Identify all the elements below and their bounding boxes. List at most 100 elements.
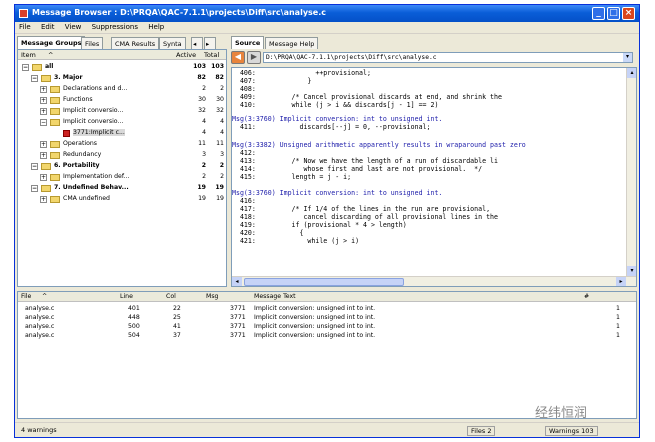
message-annotation[interactable]: Msg(3:3382) Unsigned arithmetic apparent… <box>232 141 526 149</box>
tab-scroll-left-icon[interactable]: ◂ <box>191 37 203 49</box>
message-group-tree[interactable]: Item ^ Active Total − all 103 103 − 3. M… <box>17 49 227 287</box>
collapse-icon[interactable]: − <box>31 163 38 170</box>
col-header-count[interactable]: # <box>584 293 589 300</box>
tree-row[interactable]: − all 103 103 <box>18 62 226 73</box>
list-item[interactable]: analyse.c 504 37 3771 Implicit conversio… <box>18 331 636 340</box>
vertical-scrollbar[interactable]: ▴ ▾ <box>626 68 636 276</box>
tree-row[interactable]: − 7. Undefined Behav... 19 19 <box>18 183 226 194</box>
expand-icon[interactable]: + <box>40 196 47 203</box>
tree-row-label: CMA undefined <box>63 195 110 202</box>
tree-header-total[interactable]: Total <box>204 51 219 59</box>
collapse-icon[interactable]: − <box>31 185 38 192</box>
tree-row[interactable]: + Functions 30 30 <box>18 95 226 106</box>
menu-file[interactable]: File <box>15 22 35 32</box>
col-header-message-text[interactable]: Message Text <box>254 293 296 300</box>
tab-message-help[interactable]: Message Help <box>265 37 319 49</box>
forward-arrow-icon[interactable]: ▶ <box>247 51 261 64</box>
tree-row-active: 2 <box>201 162 206 169</box>
maximize-button[interactable]: □ <box>607 7 620 20</box>
tree-row[interactable]: − 3. Major 82 82 <box>18 73 226 84</box>
expand-icon[interactable]: + <box>40 174 47 181</box>
tree-row-total: 4 <box>220 129 224 136</box>
tab-files[interactable]: Files <box>81 37 104 49</box>
menu-help[interactable]: Help <box>144 22 168 32</box>
list-item-count: 1 <box>616 305 620 312</box>
tree-row-label: Functions <box>63 96 93 103</box>
menu-view[interactable]: View <box>61 22 86 32</box>
collapse-icon[interactable]: − <box>22 64 29 71</box>
expand-icon[interactable]: + <box>40 108 47 115</box>
source-path-field[interactable]: D:\PRQA\QAC-7.1.1\projects\Diff\src\anal… <box>263 52 633 63</box>
message-annotation[interactable]: Msg(3:3760) Implicit conversion: int to … <box>232 189 442 197</box>
message-list[interactable]: File ^ Line Col Msg Message Text # analy… <box>17 291 637 419</box>
tree-header-item[interactable]: Item <box>21 51 36 59</box>
collapse-icon[interactable]: − <box>31 75 38 82</box>
scroll-left-icon[interactable]: ◂ <box>232 277 242 286</box>
tree-row-active: 19 <box>197 184 206 191</box>
tree-row[interactable]: − Implicit conversio... 4 4 <box>18 117 226 128</box>
expand-icon[interactable]: + <box>40 86 47 93</box>
sort-ascending-icon: ^ <box>48 51 54 59</box>
tree-row-label: Implicit conversio... <box>63 107 124 114</box>
menu-suppressions[interactable]: Suppressions <box>88 22 142 32</box>
source-toolbar: ◀ ▶ D:\PRQA\QAC-7.1.1\projects\Diff\src\… <box>231 50 635 66</box>
expand-icon[interactable]: + <box>40 152 47 159</box>
tree-row[interactable]: + Implementation def... 2 2 <box>18 172 226 183</box>
close-button[interactable]: × <box>622 7 635 20</box>
folder-icon <box>50 108 60 115</box>
scroll-down-icon[interactable]: ▾ <box>627 266 636 276</box>
tree-row-label: Implementation def... <box>63 173 130 180</box>
code-line: 407: } <box>232 77 312 85</box>
menu-edit[interactable]: Edit <box>37 22 59 32</box>
tree-row[interactable]: + CMA undefined 19 19 <box>18 194 226 205</box>
collapse-icon[interactable]: − <box>40 119 47 126</box>
expand-icon[interactable]: + <box>40 141 47 148</box>
scroll-up-icon[interactable]: ▴ <box>627 68 636 78</box>
tree-row-total: 19 <box>215 184 224 191</box>
tree-row-label: 7. Undefined Behav... <box>54 184 129 191</box>
tree-row-selected[interactable]: 3771:Implicit c... 4 4 <box>18 128 226 139</box>
list-item[interactable]: analyse.c 500 41 3771 Implicit conversio… <box>18 322 636 331</box>
list-item-col: 37 <box>173 332 181 339</box>
back-arrow-icon[interactable]: ◀ <box>231 51 245 64</box>
source-view[interactable]: 406: ++provisional; 407: } 408: 409: /* … <box>231 67 637 287</box>
tree-row[interactable]: + Operations 11 11 <box>18 139 226 150</box>
tree-row-active: 30 <box>198 96 206 103</box>
message-list-header: File ^ Line Col Msg Message Text # <box>18 292 636 302</box>
tab-message-groups[interactable]: Message Groups <box>17 36 86 49</box>
tree-row-total: 2 <box>219 162 224 169</box>
code-line: 421: while (j > i) <box>232 237 360 245</box>
col-header-col[interactable]: Col <box>166 293 176 300</box>
tab-scroll-right-icon[interactable]: ▸ <box>204 37 216 49</box>
tree-row[interactable]: + Implicit conversio... 32 32 <box>18 106 226 117</box>
chevron-down-icon[interactable]: ▾ <box>623 53 632 62</box>
tab-cma-results[interactable]: CMA Results <box>111 37 160 49</box>
list-item-line: 504 <box>128 332 140 339</box>
code-line: 413: /* Now we have the length of a run … <box>232 157 498 165</box>
tree-row-active: 4 <box>202 118 206 125</box>
tree-header-active[interactable]: Active <box>176 51 196 59</box>
horizontal-scrollbar[interactable]: ◂ ▸ <box>232 276 636 286</box>
scroll-thumb[interactable] <box>244 278 404 286</box>
status-warnings: Warnings 103 <box>545 426 598 436</box>
expand-icon[interactable]: + <box>40 97 47 104</box>
col-header-line[interactable]: Line <box>120 293 133 300</box>
tree-row-total: 30 <box>216 96 224 103</box>
col-header-msg[interactable]: Msg <box>206 293 219 300</box>
tree-row[interactable]: − 6. Portability 2 2 <box>18 161 226 172</box>
minimize-button[interactable]: _ <box>592 7 605 20</box>
scroll-right-icon[interactable]: ▸ <box>616 277 626 286</box>
col-header-file[interactable]: File <box>21 293 31 300</box>
list-item[interactable]: analyse.c 401 22 3771 Implicit conversio… <box>18 304 636 313</box>
message-annotation[interactable]: Msg(3:3760) Implicit conversion: int to … <box>232 115 442 123</box>
app-icon <box>19 9 28 18</box>
tree-row[interactable]: + Redundancy 3 3 <box>18 150 226 161</box>
list-item-msg: 3771 <box>230 305 246 312</box>
list-item[interactable]: analyse.c 448 25 3771 Implicit conversio… <box>18 313 636 322</box>
tree-row[interactable]: + Declarations and d... 2 2 <box>18 84 226 95</box>
tab-syntax[interactable]: Synta <box>159 37 186 49</box>
tab-source[interactable]: Source <box>231 36 265 49</box>
tree-row-label: Declarations and d... <box>63 85 128 92</box>
list-item-count: 1 <box>616 323 620 330</box>
list-item-msg: 3771 <box>230 332 246 339</box>
